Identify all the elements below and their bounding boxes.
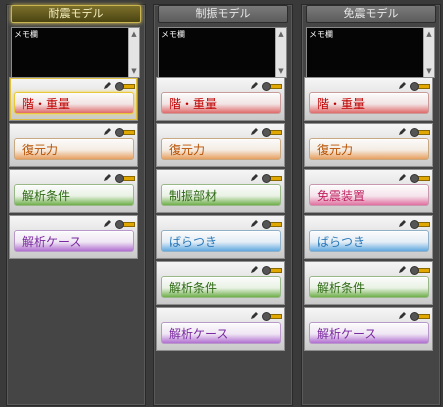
analysis-cases-button[interactable]: 解析ケース bbox=[14, 230, 134, 252]
memo-scrollbar[interactable]: ▲ ▼ bbox=[423, 28, 434, 77]
restoring-force-button[interactable]: 復元力 bbox=[14, 138, 134, 160]
pencil-icon[interactable] bbox=[250, 127, 259, 136]
memo-box[interactable]: メモ欄 ▲ ▼ bbox=[306, 27, 435, 78]
analysis-conditions-button[interactable]: 解析条件 bbox=[309, 276, 429, 298]
variation-button[interactable]: ばらつき bbox=[309, 230, 429, 252]
column-taishin: 耐震モデル メモ欄 ▲ ▼ 階・重量 復元力 解析条件 解析ケース bbox=[6, 4, 146, 406]
variation-button[interactable]: ばらつき bbox=[161, 230, 281, 252]
toggle-icon[interactable] bbox=[262, 265, 282, 275]
pencil-icon[interactable] bbox=[250, 311, 259, 320]
damping-members-button[interactable]: 制振部材 bbox=[161, 184, 281, 206]
toggle-icon[interactable] bbox=[262, 311, 282, 321]
column-title[interactable]: 耐震モデル bbox=[11, 5, 141, 23]
memo-text: メモ欄 bbox=[309, 30, 333, 39]
card-floor-weight: 階・重量 bbox=[156, 77, 285, 121]
toggle-icon[interactable] bbox=[115, 173, 135, 183]
scroll-down-arrow-icon[interactable]: ▼ bbox=[276, 65, 286, 77]
toggle-icon[interactable] bbox=[115, 81, 135, 91]
card-analysis-cases: 解析ケース bbox=[156, 307, 285, 351]
pencil-icon[interactable] bbox=[103, 127, 112, 136]
pencil-icon[interactable] bbox=[398, 173, 407, 182]
card-floor-weight: 階・重量 bbox=[304, 77, 433, 121]
toggle-icon[interactable] bbox=[410, 127, 430, 137]
card-variation: ばらつき bbox=[304, 215, 433, 259]
pencil-icon[interactable] bbox=[398, 311, 407, 320]
pencil-icon[interactable] bbox=[398, 265, 407, 274]
pencil-icon[interactable] bbox=[250, 265, 259, 274]
pencil-icon[interactable] bbox=[250, 81, 259, 90]
toggle-icon[interactable] bbox=[410, 311, 430, 321]
floor-weight-button[interactable]: 階・重量 bbox=[309, 92, 429, 114]
toggle-icon[interactable] bbox=[262, 173, 282, 183]
scroll-up-arrow-icon[interactable]: ▲ bbox=[424, 28, 434, 40]
column-menshin: 免震モデル メモ欄 ▲ ▼ 階・重量 復元力 免震装置 ばらつき 解析条件 解析… bbox=[301, 4, 441, 406]
memo-scrollbar[interactable]: ▲ ▼ bbox=[128, 28, 139, 77]
scroll-up-arrow-icon[interactable]: ▲ bbox=[276, 28, 286, 40]
card-analysis-conditions: 解析条件 bbox=[9, 169, 138, 213]
pencil-icon[interactable] bbox=[398, 127, 407, 136]
pencil-icon[interactable] bbox=[103, 219, 112, 228]
toggle-icon[interactable] bbox=[410, 81, 430, 91]
floor-weight-button[interactable]: 階・重量 bbox=[14, 92, 134, 114]
card-analysis-conditions: 解析条件 bbox=[156, 261, 285, 305]
column-title[interactable]: 制振モデル bbox=[158, 5, 288, 23]
toggle-icon[interactable] bbox=[115, 127, 135, 137]
floor-weight-button[interactable]: 階・重量 bbox=[161, 92, 281, 114]
card-analysis-cases: 解析ケース bbox=[9, 215, 138, 259]
column-title[interactable]: 免震モデル bbox=[306, 5, 436, 23]
memo-box[interactable]: メモ欄 ▲ ▼ bbox=[11, 27, 140, 78]
card-analysis-cases: 解析ケース bbox=[304, 307, 433, 351]
memo-text: メモ欄 bbox=[161, 30, 185, 39]
card-analysis-conditions: 解析条件 bbox=[304, 261, 433, 305]
card-isolation-devices: 免震装置 bbox=[304, 169, 433, 213]
card-damping-members: 制振部材 bbox=[156, 169, 285, 213]
card-variation: ばらつき bbox=[156, 215, 285, 259]
analysis-cases-button[interactable]: 解析ケース bbox=[161, 322, 281, 344]
card-restoring-force: 復元力 bbox=[9, 123, 138, 167]
restoring-force-button[interactable]: 復元力 bbox=[309, 138, 429, 160]
toggle-icon[interactable] bbox=[262, 219, 282, 229]
memo-text: メモ欄 bbox=[14, 30, 38, 39]
pencil-icon[interactable] bbox=[103, 173, 112, 182]
card-restoring-force: 復元力 bbox=[156, 123, 285, 167]
toggle-icon[interactable] bbox=[262, 81, 282, 91]
scroll-up-arrow-icon[interactable]: ▲ bbox=[129, 28, 139, 40]
toggle-icon[interactable] bbox=[262, 127, 282, 137]
analysis-cases-button[interactable]: 解析ケース bbox=[309, 322, 429, 344]
analysis-conditions-button[interactable]: 解析条件 bbox=[161, 276, 281, 298]
analysis-conditions-button[interactable]: 解析条件 bbox=[14, 184, 134, 206]
memo-box[interactable]: メモ欄 ▲ ▼ bbox=[158, 27, 287, 78]
pencil-icon[interactable] bbox=[398, 219, 407, 228]
pencil-icon[interactable] bbox=[103, 81, 112, 90]
pencil-icon[interactable] bbox=[250, 219, 259, 228]
toggle-icon[interactable] bbox=[410, 265, 430, 275]
column-seishin: 制振モデル メモ欄 ▲ ▼ 階・重量 復元力 制振部材 ばらつき 解析条件 解析… bbox=[153, 4, 293, 406]
toggle-icon[interactable] bbox=[115, 219, 135, 229]
scroll-down-arrow-icon[interactable]: ▼ bbox=[424, 65, 434, 77]
toggle-icon[interactable] bbox=[410, 173, 430, 183]
restoring-force-button[interactable]: 復元力 bbox=[161, 138, 281, 160]
toggle-icon[interactable] bbox=[410, 219, 430, 229]
pencil-icon[interactable] bbox=[398, 81, 407, 90]
card-restoring-force: 復元力 bbox=[304, 123, 433, 167]
isolation-devices-button[interactable]: 免震装置 bbox=[309, 184, 429, 206]
pencil-icon[interactable] bbox=[250, 173, 259, 182]
card-floor-weight: 階・重量 bbox=[9, 77, 138, 121]
memo-scrollbar[interactable]: ▲ ▼ bbox=[275, 28, 286, 77]
scroll-down-arrow-icon[interactable]: ▼ bbox=[129, 65, 139, 77]
